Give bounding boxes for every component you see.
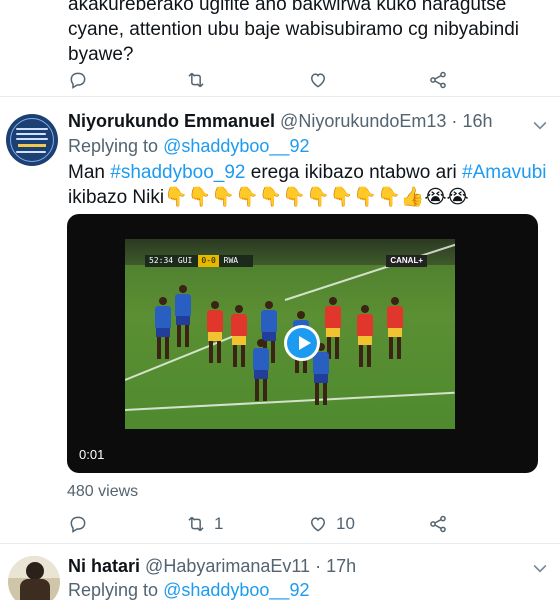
tweet-header: Ni hatari @HabyarimanaEv11 · 17h — [68, 556, 356, 577]
tweet-text-part: ikibazo Niki — [68, 187, 165, 208]
tweet-text-part: erega ikibazo ntabwo ari — [245, 162, 463, 183]
like-count: 10 — [336, 514, 355, 533]
retweet-icon — [188, 516, 204, 532]
share-button[interactable] — [428, 70, 448, 90]
video-timecode: 0:01 — [79, 447, 105, 462]
heart-icon — [310, 73, 326, 88]
tweet-text-part: Man — [68, 162, 111, 183]
tweet-reply[interactable]: Niyorukundo Emmanuel @NiyorukundoEm13 · … — [0, 97, 560, 543]
share-icon — [430, 515, 446, 533]
retweet-count: 1 — [214, 514, 224, 533]
more-options-button[interactable] — [530, 558, 550, 578]
retweet-button[interactable]: 1 — [186, 514, 223, 534]
heart-icon — [310, 517, 326, 532]
user-handle[interactable]: @NiyorukundoEm13 — [280, 111, 446, 131]
reply-button[interactable] — [68, 70, 96, 90]
tweet-previous[interactable]: akakurebérako ugifite aho bakwirwa kuko … — [0, 0, 560, 96]
avatar[interactable] — [6, 114, 58, 166]
tweet-actions: 1 10 — [68, 514, 468, 538]
display-name[interactable]: Ni hatari — [68, 556, 140, 576]
video-player[interactable]: 52:34 GUI 0-0 RWA CANAL+ 0:01 — [67, 214, 538, 473]
separator: · — [315, 556, 322, 576]
replying-label: Replying to — [68, 136, 159, 156]
tweet-header: Niyorukundo Emmanuel @NiyorukundoEm13 · … — [68, 111, 492, 132]
reply-button[interactable] — [68, 514, 96, 534]
like-button[interactable]: 10 — [308, 514, 355, 534]
chevron-down-icon — [533, 121, 547, 130]
channel-logo: CANAL+ — [386, 255, 427, 267]
timestamp[interactable]: 17h — [326, 556, 356, 576]
reply-icon — [70, 72, 86, 89]
retweet-icon — [188, 72, 204, 88]
separator: · — [451, 111, 458, 131]
replying-to: Replying to @shaddyboo__92 — [68, 136, 309, 157]
like-button[interactable] — [308, 70, 336, 90]
player — [207, 301, 223, 363]
share-button[interactable] — [428, 514, 448, 534]
player — [175, 285, 191, 347]
match-score: 0-0 — [198, 255, 219, 267]
player — [155, 297, 171, 359]
replying-to: Replying to @shaddyboo__92 — [68, 580, 309, 600]
avatar-ring — [10, 118, 54, 162]
player — [357, 305, 373, 367]
emoji-sequence: 👇👇👇👇👇👇👇👇👇👇👍😭😭 — [164, 187, 469, 208]
player — [387, 297, 403, 359]
share-icon — [430, 71, 446, 89]
more-options-button[interactable] — [530, 115, 550, 135]
mention-link[interactable]: @shaddyboo__92 — [163, 136, 309, 156]
match-clock: 52:34 — [149, 256, 174, 265]
tweet-text: Man #shaddyboo_92 erega ikibazo ntabwo a… — [68, 160, 548, 210]
player — [253, 339, 269, 401]
mention-link[interactable]: @shaddyboo__92 — [163, 580, 309, 600]
tweet-next[interactable]: Ni hatari @HabyarimanaEv11 · 17h Replyin… — [0, 544, 560, 600]
hashtag-link[interactable]: #Amavubi — [462, 162, 547, 183]
view-count: 480 views — [67, 483, 139, 500]
avatar[interactable] — [8, 556, 60, 600]
display-name[interactable]: Niyorukundo Emmanuel — [68, 111, 275, 131]
replying-label: Replying to — [68, 580, 159, 600]
retweet-button[interactable] — [186, 70, 214, 90]
chevron-down-icon — [533, 564, 547, 573]
tweet-text: akakurebérako ugifite aho bakwirwa kuko … — [68, 0, 520, 65]
user-handle[interactable]: @HabyarimanaEv11 — [145, 556, 310, 576]
team-right: RWA — [223, 256, 239, 265]
reply-icon — [70, 516, 86, 533]
scorebug: 52:34 GUI 0-0 RWA — [145, 255, 253, 267]
timestamp[interactable]: 16h — [462, 111, 492, 131]
tweet-actions — [68, 70, 468, 94]
hashtag-link[interactable]: #shaddyboo_92 — [110, 162, 245, 183]
player — [231, 305, 247, 367]
play-button[interactable] — [284, 325, 320, 361]
team-left: GUI — [177, 256, 193, 265]
